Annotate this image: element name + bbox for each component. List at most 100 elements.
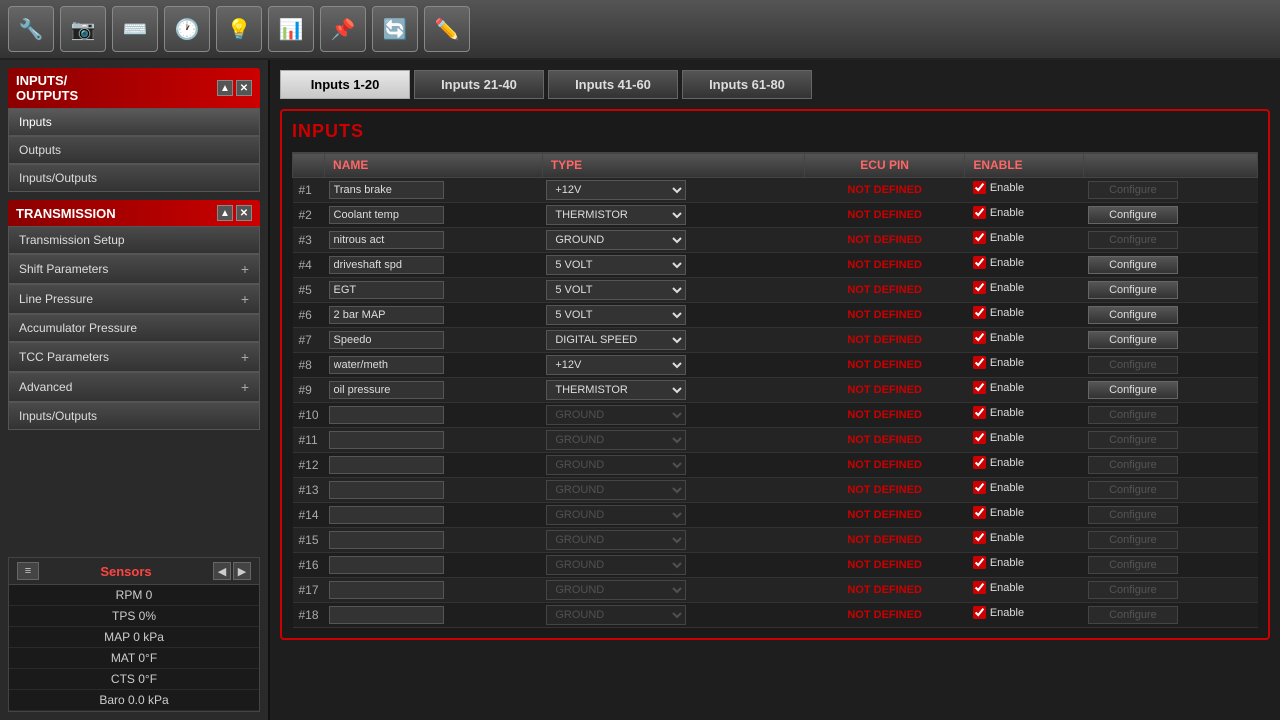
row-name-cell-1[interactable] [325,203,543,228]
row-enable-cell-7[interactable]: Enable [965,353,1084,372]
row-name-cell-11[interactable] [325,453,543,478]
sidebar-item-inputs-outputs[interactable]: Inputs/Outputs [8,164,260,192]
row-configure-cell-13[interactable]: Configure [1084,503,1258,528]
row-enable-cell-11[interactable]: Enable [965,453,1084,472]
row-enable-checkbox-2[interactable] [973,231,986,244]
row-configure-cell-11[interactable]: Configure [1084,453,1258,478]
row-name-input-4[interactable] [329,281,444,299]
row-configure-btn-9[interactable]: Configure [1088,406,1178,424]
row-name-input-14[interactable] [329,531,444,549]
row-name-cell-15[interactable] [325,553,543,578]
row-type-select-11[interactable]: +12V+5VGROUNDTHERMISTOR5 VOLTDIGITAL SPE… [546,455,686,475]
refresh-icon[interactable]: 🔄 [372,6,418,52]
row-type-select-10[interactable]: +12V+5VGROUNDTHERMISTOR5 VOLTDIGITAL SPE… [546,430,686,450]
row-configure-btn-5[interactable]: Configure [1088,306,1178,324]
row-name-input-9[interactable] [329,406,444,424]
row-configure-cell-1[interactable]: Configure [1084,203,1258,228]
row-enable-checkbox-16[interactable] [973,581,986,594]
row-name-cell-16[interactable] [325,578,543,603]
row-configure-cell-3[interactable]: Configure [1084,253,1258,278]
row-enable-cell-4[interactable]: Enable [965,278,1084,297]
row-enable-checkbox-3[interactable] [973,256,986,269]
row-name-cell-0[interactable] [325,178,543,203]
row-type-select-3[interactable]: +12V+5VGROUNDTHERMISTOR5 VOLTDIGITAL SPE… [546,255,686,275]
sidebar-item-tcc-parameters[interactable]: TCC Parameters + [8,342,260,372]
row-type-select-0[interactable]: +12V+5VGROUNDTHERMISTOR5 VOLTDIGITAL SPE… [546,180,686,200]
row-type-cell-16[interactable]: +12V+5VGROUNDTHERMISTOR5 VOLTDIGITAL SPE… [542,578,804,603]
row-type-cell-12[interactable]: +12V+5VGROUNDTHERMISTOR5 VOLTDIGITAL SPE… [542,478,804,503]
sidebar-item-accumulator-pressure[interactable]: Accumulator Pressure [8,314,260,342]
row-enable-checkbox-17[interactable] [973,606,986,619]
row-type-cell-2[interactable]: +12V+5VGROUNDTHERMISTOR5 VOLTDIGITAL SPE… [542,228,804,253]
row-name-input-0[interactable] [329,181,444,199]
row-type-select-5[interactable]: +12V+5VGROUNDTHERMISTOR5 VOLTDIGITAL SPE… [546,305,686,325]
row-type-cell-8[interactable]: +12V+5VGROUNDTHERMISTOR5 VOLTDIGITAL SPE… [542,378,804,403]
row-type-cell-0[interactable]: +12V+5VGROUNDTHERMISTOR5 VOLTDIGITAL SPE… [542,178,804,203]
sidebar-item-inputs[interactable]: Inputs [8,108,260,136]
row-name-cell-10[interactable] [325,428,543,453]
row-enable-cell-13[interactable]: Enable [965,503,1084,522]
row-enable-checkbox-4[interactable] [973,281,986,294]
sidebar-item-transmission-io[interactable]: Inputs/Outputs [8,402,260,430]
row-configure-cell-15[interactable]: Configure [1084,553,1258,578]
row-name-input-6[interactable] [329,331,444,349]
row-enable-checkbox-0[interactable] [973,181,986,194]
row-name-cell-4[interactable] [325,278,543,303]
row-configure-btn-1[interactable]: Configure [1088,206,1178,224]
row-type-select-1[interactable]: +12V+5VGROUNDTHERMISTOR5 VOLTDIGITAL SPE… [546,205,686,225]
row-configure-cell-16[interactable]: Configure [1084,578,1258,603]
row-configure-cell-14[interactable]: Configure [1084,528,1258,553]
row-enable-checkbox-1[interactable] [973,206,986,219]
row-configure-cell-8[interactable]: Configure [1084,378,1258,403]
row-type-select-14[interactable]: +12V+5VGROUNDTHERMISTOR5 VOLTDIGITAL SPE… [546,530,686,550]
sensor-prev-btn[interactable]: ◀ [213,562,231,580]
row-configure-btn-15[interactable]: Configure [1088,556,1178,574]
row-configure-cell-7[interactable]: Configure [1084,353,1258,378]
row-enable-checkbox-11[interactable] [973,456,986,469]
row-name-input-2[interactable] [329,231,444,249]
row-type-cell-6[interactable]: +12V+5VGROUNDTHERMISTOR5 VOLTDIGITAL SPE… [542,328,804,353]
row-name-input-13[interactable] [329,506,444,524]
row-enable-checkbox-9[interactable] [973,406,986,419]
row-type-select-17[interactable]: +12V+5VGROUNDTHERMISTOR5 VOLTDIGITAL SPE… [546,605,686,625]
row-configure-cell-5[interactable]: Configure [1084,303,1258,328]
row-configure-btn-3[interactable]: Configure [1088,256,1178,274]
row-type-select-6[interactable]: +12V+5VGROUNDTHERMISTOR5 VOLTDIGITAL SPE… [546,330,686,350]
row-name-cell-2[interactable] [325,228,543,253]
row-enable-cell-14[interactable]: Enable [965,528,1084,547]
row-name-cell-14[interactable] [325,528,543,553]
row-name-cell-6[interactable] [325,328,543,353]
row-name-input-11[interactable] [329,456,444,474]
row-enable-cell-8[interactable]: Enable [965,378,1084,397]
camera-icon[interactable]: 📷 [60,6,106,52]
row-configure-cell-12[interactable]: Configure [1084,478,1258,503]
row-name-cell-17[interactable] [325,603,543,628]
row-name-cell-8[interactable] [325,378,543,403]
row-enable-cell-2[interactable]: Enable [965,228,1084,247]
row-enable-cell-17[interactable]: Enable [965,603,1084,622]
sidebar-item-shift-parameters[interactable]: Shift Parameters + [8,254,260,284]
sidebar-transmission-collapse-btn[interactable]: ▲ [217,205,233,221]
row-configure-btn-2[interactable]: Configure [1088,231,1178,249]
tab-inputs-41-60[interactable]: Inputs 41-60 [548,70,678,99]
row-configure-cell-6[interactable]: Configure [1084,328,1258,353]
row-configure-cell-10[interactable]: Configure [1084,428,1258,453]
row-enable-cell-1[interactable]: Enable [965,203,1084,222]
row-configure-btn-0[interactable]: Configure [1088,181,1178,199]
row-type-select-7[interactable]: +12V+5VGROUNDTHERMISTOR5 VOLTDIGITAL SPE… [546,355,686,375]
row-name-input-17[interactable] [329,606,444,624]
row-configure-cell-4[interactable]: Configure [1084,278,1258,303]
row-type-select-4[interactable]: +12V+5VGROUNDTHERMISTOR5 VOLTDIGITAL SPE… [546,280,686,300]
row-configure-btn-13[interactable]: Configure [1088,506,1178,524]
row-enable-checkbox-8[interactable] [973,381,986,394]
row-name-cell-9[interactable] [325,403,543,428]
sidebar-io-collapse-btn[interactable]: ▲ [217,80,233,96]
row-configure-cell-9[interactable]: Configure [1084,403,1258,428]
row-type-cell-3[interactable]: +12V+5VGROUNDTHERMISTOR5 VOLTDIGITAL SPE… [542,253,804,278]
graph-icon[interactable]: 📊 [268,6,314,52]
keyboard-icon[interactable]: ⌨️ [112,6,158,52]
row-enable-cell-16[interactable]: Enable [965,578,1084,597]
tab-inputs-61-80[interactable]: Inputs 61-80 [682,70,812,99]
row-name-input-10[interactable] [329,431,444,449]
row-name-cell-7[interactable] [325,353,543,378]
